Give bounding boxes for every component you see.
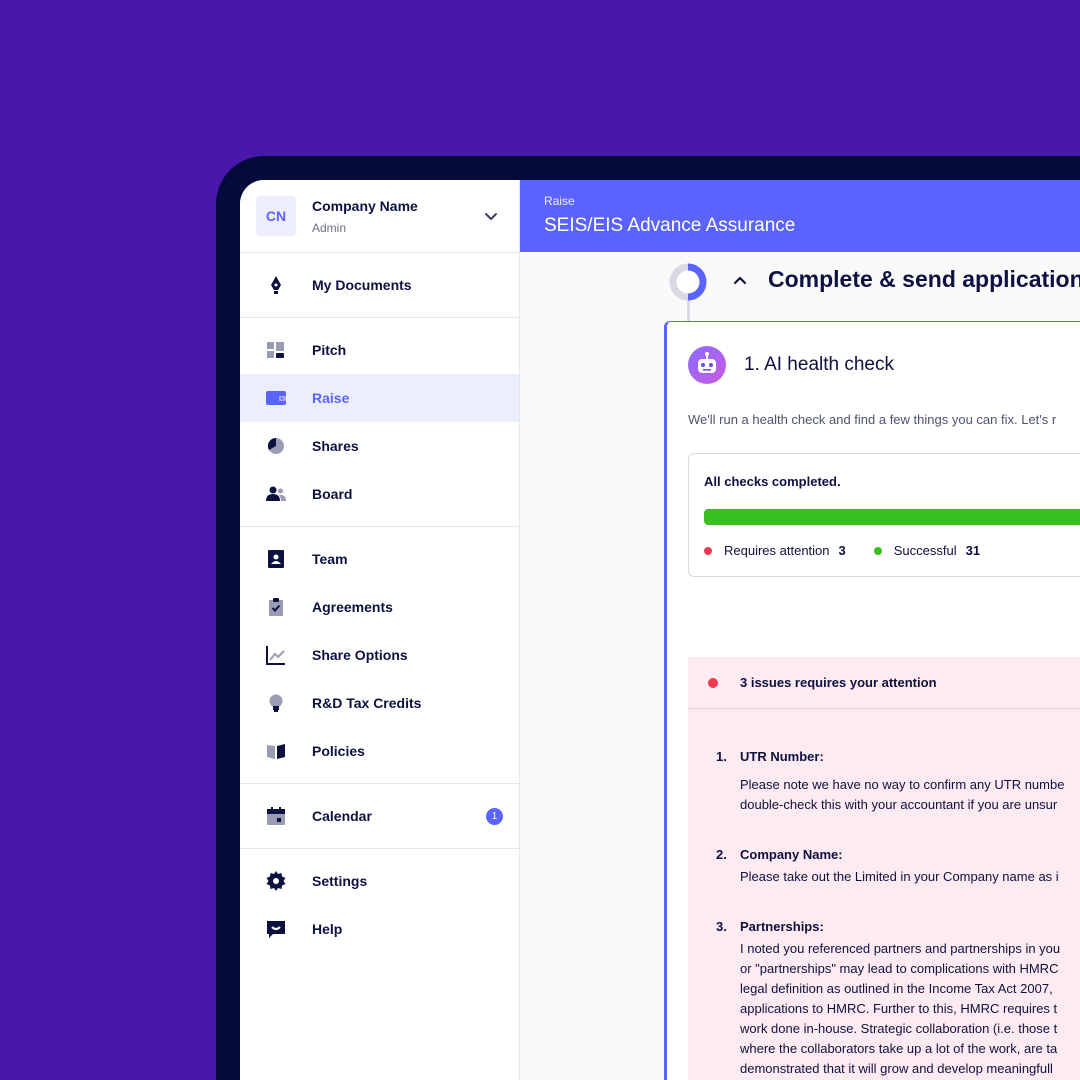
sidebar-item-label: Policies [312,743,365,759]
sidebar-item-my-documents[interactable]: My Documents [240,261,519,309]
issues-header-text: 3 issues requires your attention [740,675,937,690]
checks-progress-bar [704,509,1080,525]
robot-icon [688,346,726,384]
issue-title: Partnerships: [740,919,824,934]
sidebar-item-share-options[interactable]: Share Options [240,631,519,679]
lightbulb-icon [269,694,283,712]
sidebar-item-agreements[interactable]: Agreements [240,583,519,631]
sidebar-item-shares[interactable]: Shares [240,422,519,470]
app-window: CN Company Name Admin My Documents Pitch… [240,180,1080,1080]
issue-line: Please note we have no way to confirm an… [740,777,1065,792]
checks-summary: All checks completed. Requires attention… [688,453,1080,577]
sidebar-item-label: Team [312,551,348,567]
company-name: Company Name [312,198,418,214]
company-switcher[interactable]: CN Company Name Admin [240,180,519,253]
sidebar-item-label: Calendar [312,808,372,824]
attention-label: Requires attention [724,543,830,558]
sidebar-item-label: R&D Tax Credits [312,695,422,711]
nav-group-support: Settings Help [240,849,519,961]
issue-line: double-check this with your accountant i… [740,797,1058,812]
issue-number: 3. [716,919,727,934]
success-label: Successful [893,543,957,558]
step-title: Complete & send application [768,266,1080,292]
nav-group-calendar: Calendar 1 [240,784,519,849]
sidebar-item-label: Board [312,486,353,502]
issue-number: 1. [716,749,727,764]
clipboard-check-icon [269,598,283,616]
sidebar-item-pitch[interactable]: Pitch [240,326,519,374]
sidebar-item-team[interactable]: Team [240,535,519,583]
issue-line: demonstrated that it will grow and devel… [740,1061,1053,1076]
issue-line: work done in-house. Strategic collaborat… [740,1021,1058,1036]
issue-line: or "partnerships" may lead to complicati… [740,961,1059,976]
attention-dot [704,546,712,555]
issue-body: Please take out the Limited in your Comp… [740,867,1080,887]
sidebar-item-calendar[interactable]: Calendar 1 [240,792,519,840]
pitch-blocks-icon [267,342,284,358]
step-progress-ring-icon [669,263,707,301]
chat-smile-icon [267,921,285,938]
pie-chart-icon [267,437,284,454]
sidebar: CN Company Name Admin My Documents Pitch… [240,180,520,1080]
sidebar-item-raise[interactable]: Raise [240,374,519,422]
page-header: Raise SEIS/EIS Advance Assurance [520,180,1080,252]
wallet-icon [266,391,286,405]
nav-group-raise: Pitch Raise Shares Board [240,318,519,527]
issues-header[interactable]: 3 issues requires your attention [688,657,1080,709]
sidebar-item-label: Raise [312,390,350,406]
notification-badge: 1 [486,808,503,825]
sidebar-item-policies[interactable]: Policies [240,727,519,775]
pen-nib-icon [271,276,281,294]
progress-fill [704,509,1080,525]
issues-panel: 3 issues requires your attention 1. UTR … [688,657,1080,1080]
company-role: Admin [312,221,347,235]
card-title: 1. AI health check [744,354,894,375]
issue-title: UTR Number: [740,749,824,764]
nav-group-documents: My Documents [240,253,519,318]
sidebar-item-label: Settings [312,873,368,889]
success-count: 31 [965,543,981,558]
attention-dot [708,678,718,688]
main-content: Raise SEIS/EIS Advance Assurance Complet… [520,180,1080,1080]
calendar-icon [267,807,285,825]
sidebar-item-board[interactable]: Board [240,470,519,518]
issue-body: Please note we have no way to confirm an… [740,775,1080,815]
issue-number: 2. [716,847,727,862]
issue-line: applications to HMRC. Further to this, H… [740,1001,1058,1016]
gear-icon [266,871,286,891]
sidebar-item-label: Pitch [312,342,347,358]
success-dot [873,546,882,555]
attention-count: 3 [838,543,846,558]
issue-line: I noted you referenced partners and part… [740,941,1061,956]
chevron-down-icon[interactable] [483,208,499,224]
book-icon [267,744,285,759]
company-avatar: CN [256,196,296,236]
issue-line: Please take out the Limited in your Comp… [740,869,1059,884]
sidebar-item-label: Shares [312,438,359,454]
sidebar-item-label: Help [312,921,343,937]
issue-title: Company Name: [740,847,843,862]
issue-line: legal definition as outlined in the Inco… [740,981,1053,996]
sidebar-item-help[interactable]: Help [240,905,519,953]
issue-body: I noted you referenced partners and part… [740,939,1080,1079]
nav-group-company: Team Agreements Share Options R&D Tax Cr… [240,527,519,784]
issue-line: where the collaborators take up a lot of… [740,1041,1058,1056]
sidebar-item-rd-tax-credits[interactable]: R&D Tax Credits [240,679,519,727]
checks-title: All checks completed. [704,474,841,489]
checks-legend: Requires attention 3 Successful 31 [704,543,980,558]
page-title: SEIS/EIS Advance Assurance [544,215,796,236]
sidebar-item-label: My Documents [312,277,412,293]
id-badge-icon [268,550,284,568]
chevron-up-icon[interactable] [732,272,748,288]
sidebar-item-settings[interactable]: Settings [240,857,519,905]
sidebar-item-label: Agreements [312,599,393,615]
people-icon [266,486,286,501]
health-check-card: 1. AI health check We'll run a health ch… [664,321,1080,1080]
card-description: We'll run a health check and find a few … [688,412,1057,427]
sidebar-item-label: Share Options [312,647,408,663]
line-chart-icon [266,646,285,665]
breadcrumb[interactable]: Raise [544,194,575,208]
